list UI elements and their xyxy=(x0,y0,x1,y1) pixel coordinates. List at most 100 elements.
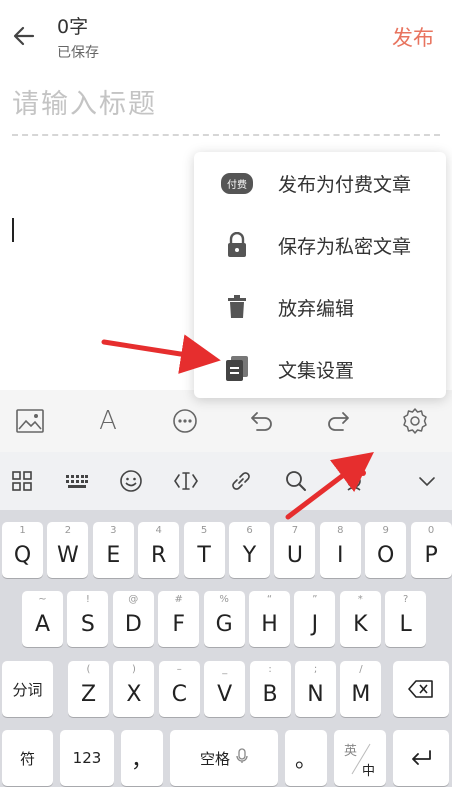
enter-key[interactable] xyxy=(393,730,449,786)
key-secondary-label: ! xyxy=(85,594,90,605)
key-r[interactable]: 4R xyxy=(138,522,180,578)
key-label: J xyxy=(311,611,319,637)
settings-icon[interactable] xyxy=(399,405,431,437)
key-w[interactable]: 2W xyxy=(47,522,89,578)
key-label: X xyxy=(126,681,142,707)
key-label: G xyxy=(215,611,233,637)
key-secondary-label: 8 xyxy=(337,525,344,536)
key-m[interactable]: / M xyxy=(340,661,382,717)
key-label: B xyxy=(262,681,278,707)
space-key[interactable]: 空格 xyxy=(170,730,278,786)
search-icon[interactable] xyxy=(281,466,311,496)
key-e[interactable]: 3E xyxy=(92,522,134,578)
undo-icon[interactable] xyxy=(246,405,278,437)
number-key[interactable]: 123 xyxy=(60,730,114,786)
key-secondary-label: : xyxy=(268,664,272,675)
menu-item-collection-settings[interactable]: 文集设置 xyxy=(194,338,446,400)
link-icon[interactable] xyxy=(226,466,256,496)
key-y[interactable]: 6Y xyxy=(229,522,270,578)
menu-item-label: 放弃编辑 xyxy=(278,297,355,320)
keyboard-toolbar xyxy=(0,452,452,510)
word-count: 0字 xyxy=(57,16,89,38)
more-icon[interactable] xyxy=(169,405,201,437)
key-label: ， xyxy=(130,748,153,773)
lang-divider xyxy=(351,743,371,775)
keyboard-icon[interactable] xyxy=(62,466,92,496)
key-secondary-label: % xyxy=(219,594,229,605)
key-secondary-label: * xyxy=(357,594,363,605)
key-u[interactable]: 7U xyxy=(274,522,316,578)
key-k[interactable]: * K xyxy=(339,591,381,647)
key-s[interactable]: ! S xyxy=(67,591,109,647)
key-h[interactable]: “H xyxy=(249,591,290,647)
cursor-move-icon[interactable] xyxy=(171,466,201,496)
key-label: C xyxy=(171,681,187,707)
key-label: E xyxy=(106,542,121,568)
key-t[interactable]: 5T xyxy=(183,522,225,578)
comma-key[interactable]: ， xyxy=(121,730,163,786)
publish-button[interactable]: 发布 xyxy=(392,22,434,52)
voice-icon[interactable] xyxy=(340,466,370,496)
key-c[interactable]: – C xyxy=(158,661,200,717)
menu-item-publish-paid[interactable]: 付费 发布为付费文章 xyxy=(194,152,446,214)
title-input[interactable]: 请输入标题 xyxy=(12,82,157,121)
key-o[interactable]: 9O xyxy=(365,522,407,578)
key-secondary-label: 5 xyxy=(200,525,208,536)
back-button[interactable] xyxy=(10,22,38,50)
key-label: H xyxy=(261,611,278,637)
microphone-icon xyxy=(236,748,248,768)
key-label: I xyxy=(337,542,344,568)
save-status: 已保存 xyxy=(57,45,99,61)
key-secondary-label: “ xyxy=(266,594,273,605)
lock-icon xyxy=(220,228,254,262)
redo-icon[interactable] xyxy=(322,405,354,437)
key-label: W xyxy=(57,542,79,568)
key-f[interactable]: # F xyxy=(158,591,200,647)
key-label: Y xyxy=(242,542,257,568)
menu-item-save-private[interactable]: 保存为私密文章 xyxy=(194,214,446,276)
grid-icon[interactable] xyxy=(7,466,37,496)
symbol-key[interactable]: 符 xyxy=(2,730,53,786)
key-label: V xyxy=(217,681,233,707)
key-label: 123 xyxy=(72,749,102,767)
key-b[interactable]: :B xyxy=(249,661,291,717)
key-z[interactable]: (Z xyxy=(68,661,109,717)
period-key[interactable]: 。 xyxy=(285,730,327,786)
key-label: U xyxy=(286,542,303,568)
collection-icon xyxy=(220,352,254,386)
key-secondary-label: – xyxy=(176,664,182,675)
key-i[interactable]: 8I xyxy=(319,522,361,578)
collapse-icon[interactable] xyxy=(412,466,442,496)
image-icon[interactable] xyxy=(14,405,46,437)
key-secondary-label: ) xyxy=(131,664,136,675)
key-secondary-label: 1 xyxy=(19,525,26,536)
key-j[interactable]: ” J xyxy=(294,591,336,647)
key-label: T xyxy=(197,542,211,568)
key-n[interactable]: ; N xyxy=(295,661,336,717)
segment-key[interactable]: 分词 xyxy=(2,661,53,717)
more-options-menu: 付费 发布为付费文章 保存为私密文章 放弃编辑 文集设置 xyxy=(194,152,446,398)
menu-item-label: 发布为付费文章 xyxy=(278,173,412,196)
emoji-icon[interactable] xyxy=(116,466,146,496)
key-l[interactable]: ? L xyxy=(385,591,427,647)
title-divider xyxy=(12,134,440,136)
menu-item-discard[interactable]: 放弃编辑 xyxy=(194,276,446,338)
key-v[interactable]: _ V xyxy=(204,661,246,717)
keyboard: 1 Q 2 W 3 E 4 R 5 T 6 Y 7 U 8 I 9 O 0 P ~ A! S @ D # F% G “H” J * K? L 分词… xyxy=(0,510,452,787)
key-a[interactable]: ~ A xyxy=(22,591,63,647)
key-d[interactable]: @ D xyxy=(112,591,154,647)
key-secondary-label: 7 xyxy=(291,525,299,536)
language-switch-key[interactable]: 英中 xyxy=(334,730,386,786)
key-p[interactable]: 0P xyxy=(410,522,452,578)
back-arrow-icon xyxy=(13,26,35,46)
enter-icon xyxy=(412,750,431,765)
key-secondary-label: 0 xyxy=(427,525,435,536)
menu-item-label: 文集设置 xyxy=(278,359,355,382)
font-icon[interactable]: A xyxy=(92,405,124,437)
key-secondary-label: / xyxy=(359,664,363,675)
key-q[interactable]: 1Q xyxy=(2,522,43,578)
key-x[interactable]: ) X xyxy=(113,661,155,717)
key-label: S xyxy=(80,611,95,637)
key-g[interactable]: % G xyxy=(203,591,245,647)
backspace-key[interactable] xyxy=(393,661,449,717)
